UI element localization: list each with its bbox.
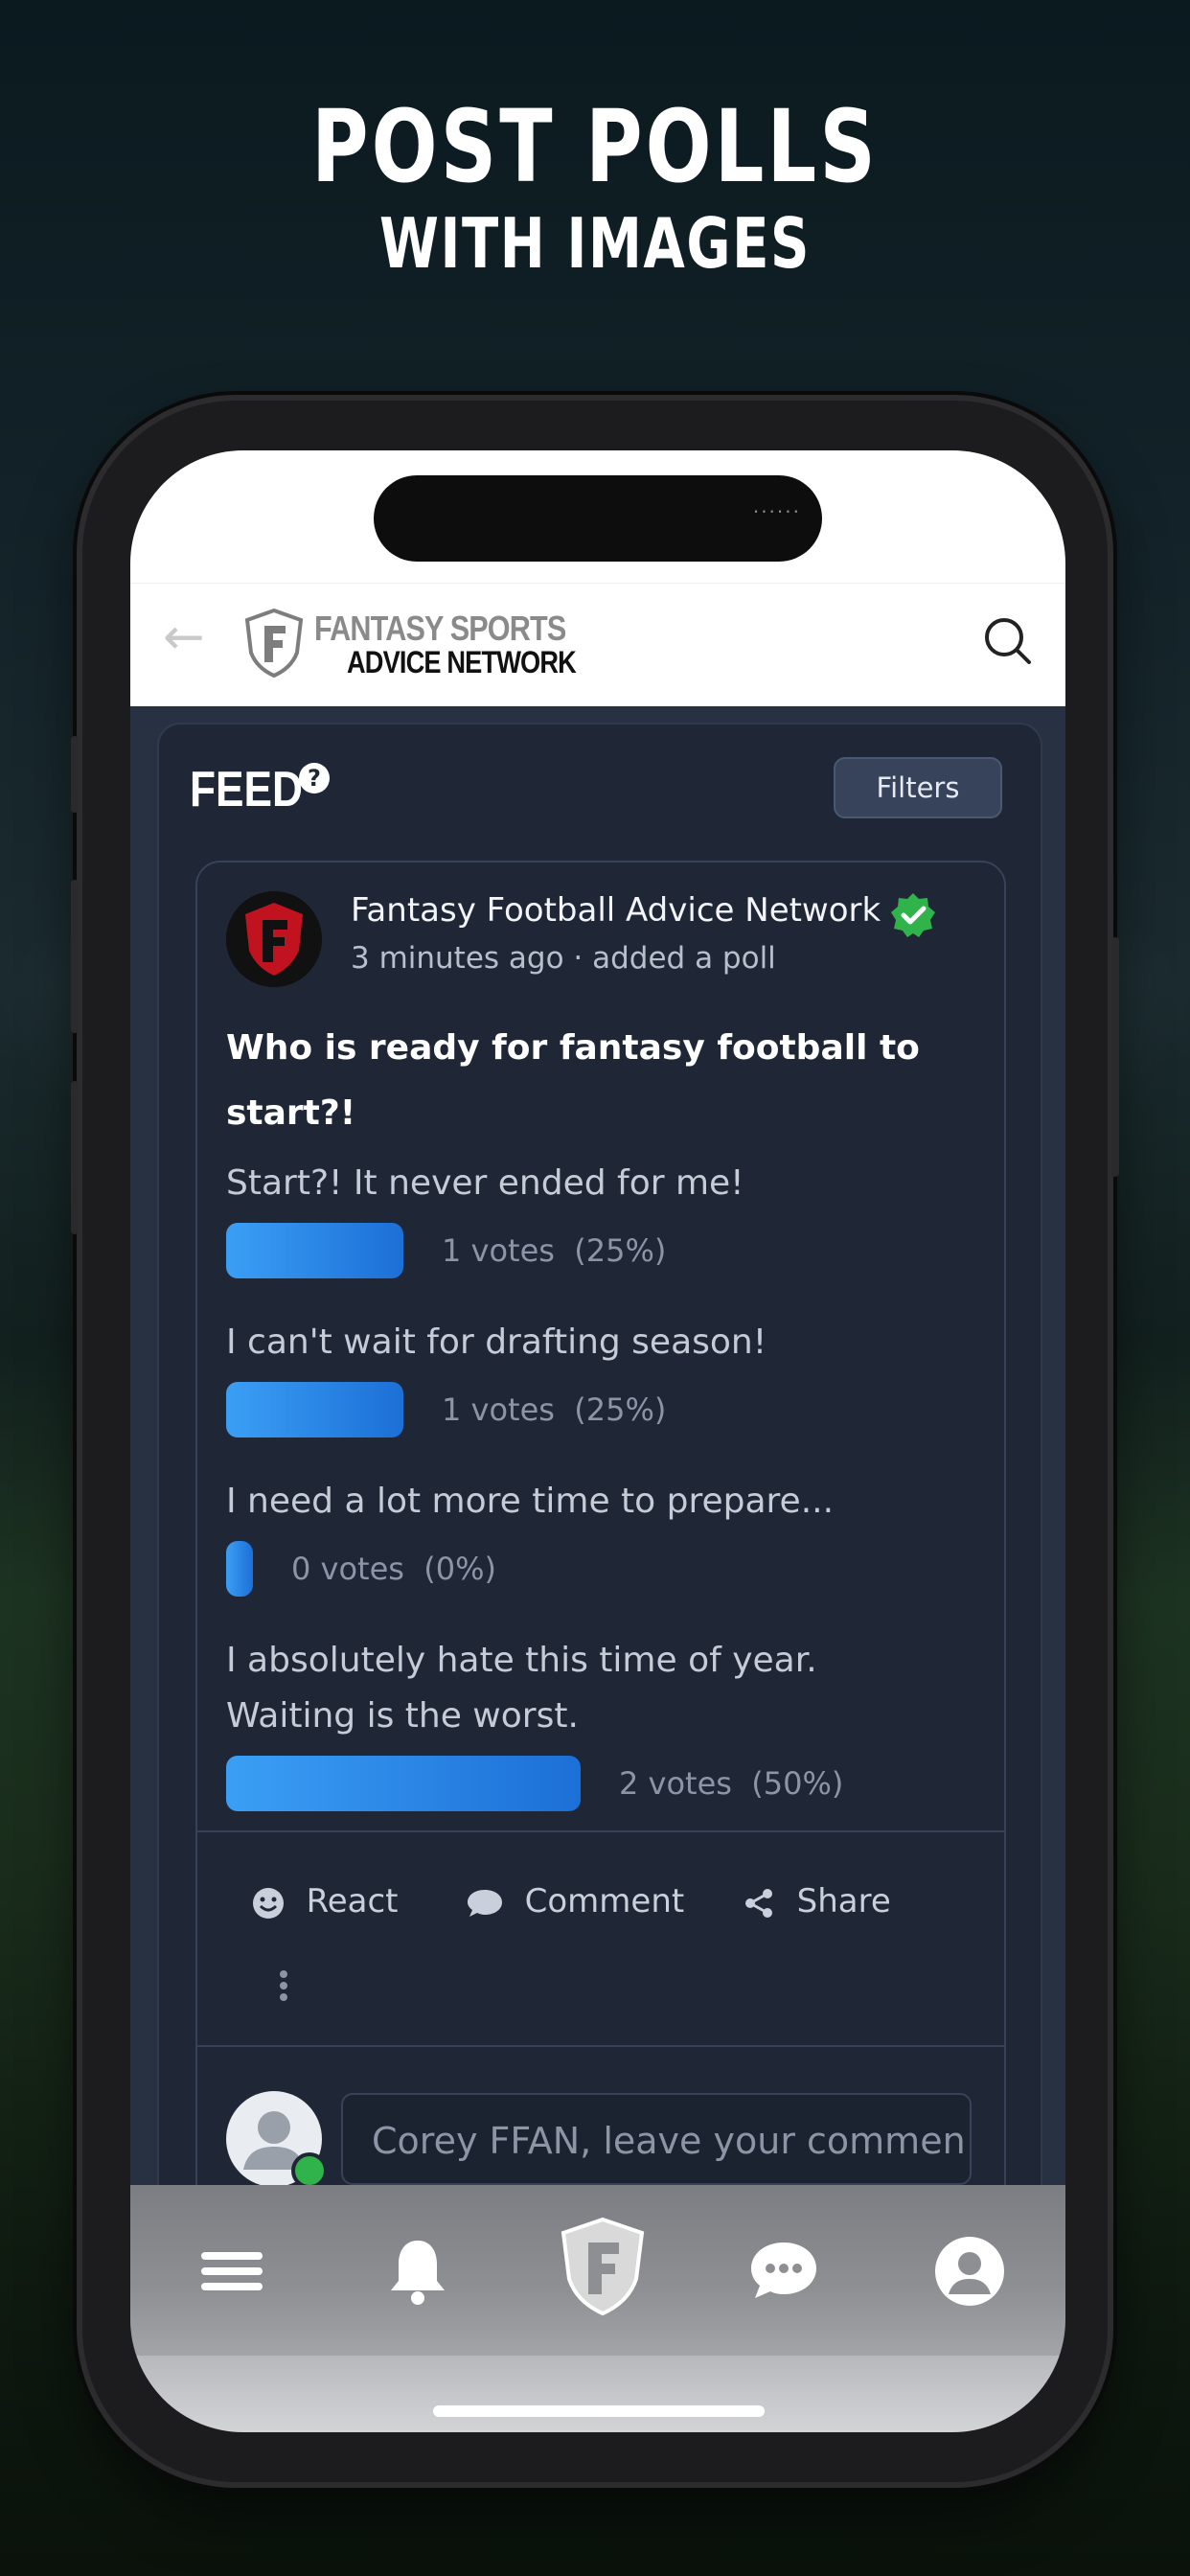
votes-percent: (25%): [574, 1392, 667, 1428]
poll-question: Who is ready for fantasy football to sta…: [226, 1028, 920, 1133]
feed-title: FEED: [190, 762, 303, 817]
share-icon: [745, 1888, 772, 1918]
post-meta: 3 minutes ago · added a poll: [351, 941, 776, 976]
filters-button[interactable]: Filters: [834, 757, 1002, 818]
comment-label: Comment: [524, 1882, 685, 1920]
comment-divider: [197, 2045, 1004, 2047]
smiley-icon: [253, 1887, 284, 1919]
search-icon[interactable]: [979, 612, 1037, 670]
feed-card: FEED ? Filters Fantasy Football Advice N…: [157, 723, 1042, 2340]
bell-icon[interactable]: [370, 2223, 466, 2319]
phone-silent-switch: [71, 736, 79, 813]
bottom-tab-bar: [130, 2185, 1065, 2356]
poll-option-label[interactable]: I can't wait for drafting season!: [226, 1315, 954, 1370]
post-author[interactable]: Fantasy Football Advice Network: [351, 891, 881, 930]
back-arrow-icon[interactable]: ←: [163, 609, 220, 666]
votes-percent: (0%): [423, 1551, 497, 1587]
phone-frame: ······ ← FANTASY SPORTS ADVICE NETWORK F…: [71, 401, 1119, 2482]
comment-input[interactable]: Corey FFAN, leave your commen: [341, 2093, 972, 2185]
poll-option-votes: 2 votes (50%): [619, 1756, 843, 1811]
logo-shield-icon: [244, 609, 304, 678]
author-avatar[interactable]: [226, 891, 322, 987]
votes-percent: (25%): [574, 1232, 667, 1269]
headline-title: POST POLLS: [311, 88, 879, 205]
verified-badge-icon: [889, 891, 937, 939]
home-indicator-area: [130, 2356, 1065, 2432]
logo-text-bottom: ADVICE NETWORK: [347, 645, 577, 679]
phone-volume-down: [71, 1081, 79, 1234]
more-options-icon[interactable]: [278, 1965, 289, 2003]
votes-count: 0 votes: [291, 1551, 404, 1587]
app-header: ← FANTASY SPORTS ADVICE NETWORK: [130, 583, 1065, 706]
votes-count: 2 votes: [619, 1765, 732, 1802]
app-logo[interactable]: FANTASY SPORTS ADVICE NETWORK: [243, 603, 577, 685]
poll-option-label[interactable]: I need a lot more time to prepare...: [226, 1474, 954, 1530]
online-status-dot: [291, 2152, 328, 2189]
logo-text-top: FANTASY SPORTS: [314, 609, 566, 648]
headline-subtitle: WITH IMAGES: [378, 203, 812, 284]
votes-percent: (50%): [751, 1765, 844, 1802]
menu-icon[interactable]: [184, 2223, 280, 2319]
share-button[interactable]: Share: [742, 1882, 891, 1920]
dynamic-island: ······: [374, 475, 822, 562]
poll-option-bar[interactable]: [226, 1756, 581, 1811]
island-dots: ······: [752, 500, 801, 523]
post-divider: [197, 1830, 1004, 1832]
poll-option-votes: 1 votes (25%): [442, 1382, 666, 1438]
poll-option-bar[interactable]: [226, 1223, 403, 1278]
react-button[interactable]: React: [251, 1882, 399, 1920]
share-label: Share: [796, 1882, 891, 1920]
poll-option-votes: 1 votes (25%): [442, 1223, 666, 1278]
react-label: React: [306, 1882, 399, 1920]
votes-count: 1 votes: [442, 1232, 555, 1269]
poll-post: Fantasy Football Advice Network 3 minute…: [195, 861, 1006, 2340]
poll-option-bar[interactable]: [226, 1382, 403, 1438]
poll-option-label[interactable]: Start?! It never ended for me!: [226, 1156, 954, 1211]
chat-icon[interactable]: [736, 2223, 832, 2319]
phone-screen: ······ ← FANTASY SPORTS ADVICE NETWORK F…: [130, 450, 1065, 2432]
status-bar: ······: [130, 450, 1065, 583]
phone-power-button: [1111, 937, 1119, 1177]
poll-option-bar[interactable]: [226, 1541, 253, 1597]
ffan-logo-icon[interactable]: [550, 2214, 655, 2319]
votes-count: 1 votes: [442, 1392, 555, 1428]
comment-button[interactable]: Comment: [466, 1882, 684, 1920]
poll-option-votes: 0 votes (0%): [291, 1541, 496, 1597]
home-indicator[interactable]: [433, 2405, 765, 2417]
speech-bubble-icon: [468, 1889, 502, 1917]
profile-icon[interactable]: [922, 2223, 1018, 2319]
poll-option-label[interactable]: I absolutely hate this time of year. Wai…: [226, 1633, 839, 1744]
help-icon[interactable]: ?: [299, 763, 330, 794]
phone-volume-up: [71, 880, 79, 1033]
